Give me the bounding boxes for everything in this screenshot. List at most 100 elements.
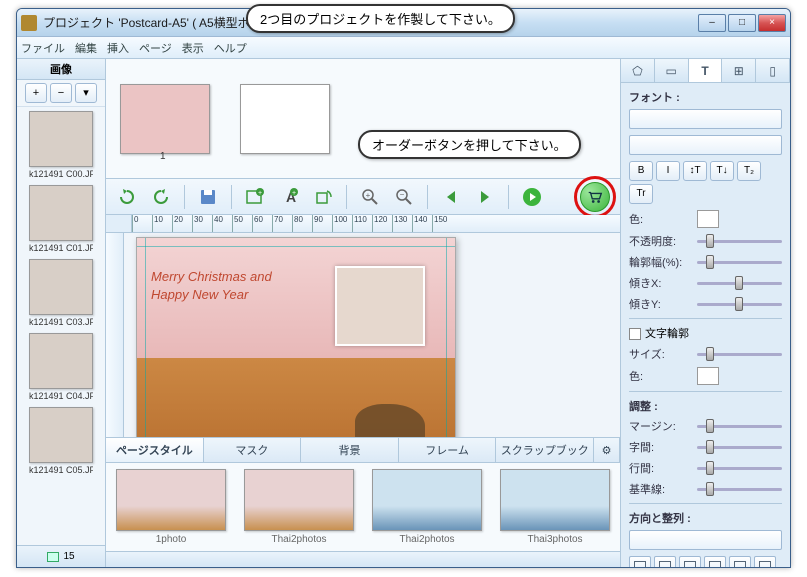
add-text-icon[interactable]: A+ <box>276 184 302 210</box>
skewx-slider[interactable] <box>697 282 782 285</box>
tab-page-style[interactable]: ページスタイル <box>106 438 204 462</box>
text-outline-checkbox[interactable] <box>629 328 641 340</box>
font-family-combo[interactable] <box>629 109 782 129</box>
greeting-text[interactable]: Merry Christmas and Happy New Year <box>151 268 272 304</box>
minimize-button[interactable]: – <box>698 14 726 32</box>
prop-margin-label: マージン: <box>629 418 691 434</box>
bold-button[interactable]: B <box>629 161 653 181</box>
image-panel: 画像 + − ▾ k121491 C00.JPG k121491 C01.JPG… <box>17 59 106 567</box>
rtab-shape-icon[interactable]: ⬠ <box>621 59 655 82</box>
direction-combo[interactable] <box>629 530 782 550</box>
ruler-horizontal: 0 10 20 30 40 50 60 70 80 90 100 110 120… <box>132 215 620 233</box>
play-button[interactable] <box>519 184 545 210</box>
align-bottom-button[interactable] <box>754 556 776 567</box>
menu-page[interactable]: ページ <box>139 40 172 56</box>
ruler-tick: 40 <box>212 215 232 232</box>
skewy-slider[interactable] <box>697 303 782 306</box>
tab-settings-gear[interactable]: ⚙ <box>594 438 620 462</box>
menu-view[interactable]: 表示 <box>182 40 204 56</box>
add-image-icon[interactable]: + <box>242 184 268 210</box>
page-thumb-1[interactable] <box>120 84 210 154</box>
rtab-rect-icon[interactable]: ▭ <box>655 59 689 82</box>
tr-button[interactable]: Tr <box>629 184 653 204</box>
align-top-button[interactable] <box>704 556 726 567</box>
tab-background[interactable]: 背景 <box>301 438 399 462</box>
ruler-tick: 10 <box>152 215 172 232</box>
app-icon <box>21 15 37 31</box>
rtab-page-icon[interactable]: ▯ <box>756 59 790 82</box>
template-label: Thai2photos <box>372 534 482 545</box>
zoom-in-button[interactable]: + <box>357 184 383 210</box>
tab-frame[interactable]: フレーム <box>399 438 497 462</box>
balloon-press-order: オーダーボタンを押して下さい。 <box>358 130 581 159</box>
postcard-canvas[interactable]: Merry Christmas and Happy New Year <box>136 237 456 437</box>
page-thumb-blank[interactable] <box>240 84 330 154</box>
outline-color-swatch[interactable] <box>697 367 719 385</box>
template-item[interactable]: Thai2photos <box>244 469 354 545</box>
tp-button[interactable]: T↓ <box>710 161 734 181</box>
image-thumb[interactable]: k121491 C03.JPG <box>29 259 93 327</box>
template-item[interactable]: Thai3photos <box>500 469 610 545</box>
menu-insert[interactable]: 挿入 <box>107 40 129 56</box>
align-left-button[interactable] <box>629 556 651 567</box>
image-panel-tools: + − ▾ <box>17 80 105 107</box>
menu-file[interactable]: ファイル <box>21 40 65 56</box>
outline-slider[interactable] <box>697 261 782 264</box>
align-center-button[interactable] <box>654 556 676 567</box>
menu-help[interactable]: ヘルプ <box>214 40 247 56</box>
menu-edit[interactable]: 編集 <box>75 40 97 56</box>
rtab-text-icon[interactable]: T <box>689 59 723 82</box>
charspace-slider[interactable] <box>697 446 782 449</box>
zoom-out-button[interactable]: − <box>391 184 417 210</box>
tab-scrapbook[interactable]: スクラップブック <box>496 438 594 462</box>
balloon-create-project: 2つ目のプロジェクトを作製して下さい。 <box>246 4 515 33</box>
redo-button[interactable] <box>148 184 174 210</box>
view-mode-icon[interactable] <box>47 552 59 562</box>
size-slider[interactable] <box>697 353 782 356</box>
canvas-area: 0 10 20 30 40 50 60 70 80 90 100 110 120… <box>106 215 620 437</box>
template-item[interactable]: Thai2photos <box>372 469 482 545</box>
opacity-slider[interactable] <box>697 240 782 243</box>
align-middle-button[interactable] <box>729 556 751 567</box>
align-right-button[interactable] <box>679 556 701 567</box>
thumb-label: k121491 C03.JPG <box>29 317 93 327</box>
prev-button[interactable] <box>438 184 464 210</box>
prop-opacity-label: 不透明度: <box>629 233 691 249</box>
order-button[interactable] <box>580 182 610 212</box>
next-button[interactable] <box>472 184 498 210</box>
template-strip: 1photo Thai2photos Thai2photos Thai3phot… <box>106 463 620 551</box>
image-tool-dropdown[interactable]: ▾ <box>75 83 97 103</box>
remove-image-button[interactable]: − <box>50 83 72 103</box>
tab-mask[interactable]: マスク <box>204 438 302 462</box>
maximize-button[interactable]: □ <box>728 14 756 32</box>
horizontal-scrollbar[interactable] <box>106 551 620 567</box>
baseline-slider[interactable] <box>697 488 782 491</box>
save-button[interactable] <box>195 184 221 210</box>
italic-button[interactable]: I <box>656 161 680 181</box>
linespace-slider[interactable] <box>697 467 782 470</box>
text-color-swatch[interactable] <box>697 210 719 228</box>
undo-button[interactable] <box>114 184 140 210</box>
close-button[interactable]: × <box>758 14 786 32</box>
margin-slider[interactable] <box>697 425 782 428</box>
subscript-button[interactable]: T₂ <box>737 161 761 181</box>
image-thumb-list[interactable]: k121491 C00.JPG k121491 C01.JPG k121491 … <box>17 107 105 545</box>
image-thumb[interactable]: k121491 C01.JPG <box>29 185 93 253</box>
template-item[interactable]: 1photo <box>116 469 226 545</box>
vertical-text-button[interactable]: ↕T <box>683 161 707 181</box>
guide-line <box>145 238 146 437</box>
rotate-button[interactable] <box>310 184 336 210</box>
image-thumb[interactable]: k121491 C00.JPG <box>29 111 93 179</box>
properties-panel: ⬠ ▭ T ⊞ ▯ フォント : B I ↕T T↓ T₂ Tr 色: <box>621 59 790 567</box>
greeting-line2: Happy New Year <box>151 287 248 302</box>
svg-text:+: + <box>258 190 262 197</box>
add-image-button[interactable]: + <box>25 83 47 103</box>
thumb-label: k121491 C04.JPG <box>29 391 93 401</box>
elephant-graphic[interactable] <box>355 404 425 437</box>
image-thumb[interactable]: k121491 C05.JPG <box>29 407 93 475</box>
prop-font-label: フォント : <box>629 89 782 105</box>
font-size-combo[interactable] <box>629 135 782 155</box>
photo-placeholder[interactable] <box>335 266 425 346</box>
rtab-align-icon[interactable]: ⊞ <box>722 59 756 82</box>
image-thumb[interactable]: k121491 C04.JPG <box>29 333 93 401</box>
